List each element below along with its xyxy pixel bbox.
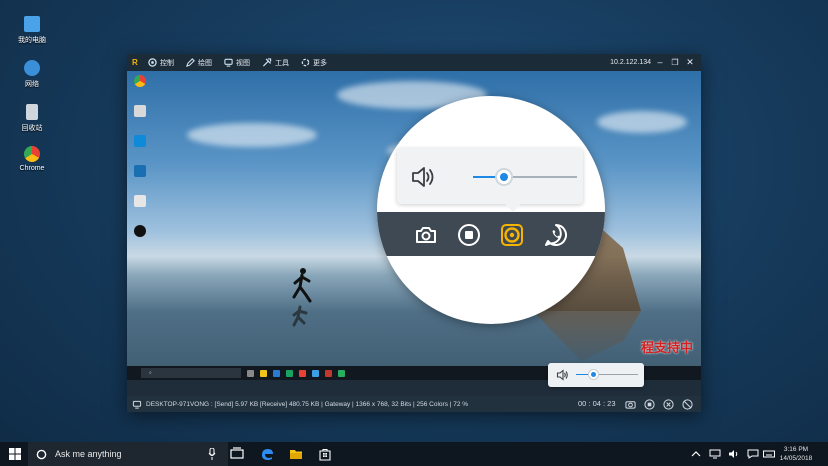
cloud-shape xyxy=(597,111,687,133)
qq-icon xyxy=(134,225,146,237)
file-explorer-icon[interactable] xyxy=(289,447,303,461)
remote-app-icon[interactable] xyxy=(273,369,280,377)
rock-reflection xyxy=(533,311,641,361)
menu-control[interactable]: 控制 xyxy=(148,58,174,68)
camera-icon[interactable] xyxy=(414,223,438,247)
recycle-bin-icon xyxy=(26,104,38,120)
desktop-icon-label: 网络 xyxy=(25,81,39,88)
menu-view[interactable]: 视图 xyxy=(224,58,250,68)
more-icon xyxy=(301,58,310,67)
monitor-icon xyxy=(224,58,233,67)
desktop-icon-network[interactable]: 网络 xyxy=(12,60,52,89)
restore-icon[interactable]: ❐ xyxy=(668,54,682,71)
remote-desktop-icon[interactable] xyxy=(131,195,149,208)
menu-draw[interactable]: 绘图 xyxy=(186,58,212,68)
mute-call-icon[interactable] xyxy=(682,399,693,410)
app-icon xyxy=(134,135,146,147)
speaker-volume-icon xyxy=(412,167,434,187)
speaker-volume-icon xyxy=(556,369,568,381)
connection-info: DESKTOP-971VONG : [Send] 5.97 KB [Receiv… xyxy=(146,400,469,408)
phone-chat-icon[interactable] xyxy=(544,223,568,247)
chrome-icon xyxy=(24,146,40,162)
magnified-toolbar xyxy=(377,212,605,256)
remote-search-box[interactable]: ⌕ xyxy=(141,368,241,378)
desktop-icon-label: Chrome xyxy=(19,165,45,172)
minimize-icon[interactable]: – xyxy=(653,54,667,71)
remote-desktop-icon[interactable] xyxy=(131,75,149,88)
remote-app-icon[interactable] xyxy=(260,369,267,377)
watermark-text: 程支持中 xyxy=(640,340,693,355)
keyboard-icon[interactable] xyxy=(763,449,775,459)
stop-record-icon[interactable] xyxy=(644,399,655,410)
notification-icon[interactable] xyxy=(747,449,759,459)
clock-time: 3:16 PM xyxy=(783,446,809,453)
title-bar: R 控制 绘图 视图 工具 更多 10.2.122.134 – ❐ ✕ xyxy=(127,54,701,71)
desktop-icon-recycle-bin[interactable]: 回收站 xyxy=(12,104,52,133)
cloud-shape xyxy=(187,123,317,147)
remote-desktop-icon[interactable] xyxy=(131,105,149,118)
magnifier-callout xyxy=(377,96,605,324)
remote-app-icon[interactable] xyxy=(299,369,306,377)
chrome-icon xyxy=(134,75,146,87)
menu-tools[interactable]: 工具 xyxy=(262,58,289,68)
search-placeholder: Ask me anything xyxy=(55,449,122,459)
volume-tray-icon[interactable] xyxy=(728,449,740,459)
app-logo-icon: R xyxy=(132,57,138,67)
control-icon xyxy=(148,58,157,67)
network-icon xyxy=(24,60,40,76)
volume-slider-thumb[interactable] xyxy=(495,168,513,186)
pen-icon xyxy=(186,58,195,67)
remote-app-icon[interactable] xyxy=(247,369,254,377)
monitor-icon xyxy=(132,400,142,409)
remote-app-icon[interactable] xyxy=(312,369,319,377)
desktop-icon-label: 回收站 xyxy=(21,125,43,132)
close-icon[interactable]: ✕ xyxy=(683,54,697,71)
windows-start-icon[interactable] xyxy=(9,448,21,460)
clock-date: 14/05/2018 xyxy=(779,455,813,462)
speaker-icon[interactable] xyxy=(500,223,524,247)
remote-app-icon[interactable] xyxy=(338,369,345,377)
store-icon[interactable] xyxy=(318,447,332,461)
status-bar: DESKTOP-971VONG : [Send] 5.97 KB [Receiv… xyxy=(127,396,701,412)
microphone-icon[interactable] xyxy=(208,448,216,460)
remote-desktop-icon[interactable] xyxy=(131,165,149,178)
volume-slider-thumb[interactable] xyxy=(588,369,599,380)
search-box[interactable]: Ask me anything xyxy=(28,442,228,466)
desktop-icon-label: 我的电脑 xyxy=(18,37,46,44)
remote-desktop-icon[interactable] xyxy=(131,135,149,148)
menu-more[interactable]: 更多 xyxy=(301,58,327,68)
cortana-icon xyxy=(36,449,47,459)
edge-browser-icon[interactable] xyxy=(260,447,274,461)
remote-desktop-icon[interactable] xyxy=(131,225,149,238)
task-view-icon[interactable] xyxy=(230,447,244,461)
remote-app-icon[interactable] xyxy=(286,369,293,377)
computer-icon xyxy=(24,16,40,32)
chevron-up-icon[interactable] xyxy=(691,449,701,459)
session-timer: 00 : 04 : 23 xyxy=(578,399,616,408)
taskbar: Ask me anything 3:16 PM 14/05/2018 xyxy=(0,442,828,466)
camera-icon[interactable] xyxy=(625,399,636,410)
file-icon xyxy=(134,195,146,207)
close-session-icon[interactable] xyxy=(663,399,674,410)
app-icon xyxy=(134,165,146,177)
desktop-icon-chrome[interactable]: Chrome xyxy=(12,146,52,172)
file-icon xyxy=(134,105,146,117)
desktop-icon-computer[interactable]: 我的电脑 xyxy=(12,16,52,45)
remote-ip-address: 10.2.122.134 xyxy=(610,59,651,66)
popup-pointer xyxy=(505,204,521,212)
network-icon[interactable] xyxy=(709,449,721,459)
volume-popup-small xyxy=(548,363,644,387)
stop-record-icon[interactable] xyxy=(457,223,481,247)
remote-app-icon[interactable] xyxy=(325,369,332,377)
system-clock[interactable]: 3:16 PM 14/05/2018 xyxy=(776,445,816,463)
runner-silhouette xyxy=(292,268,312,327)
volume-popup-large xyxy=(397,148,583,204)
tools-icon xyxy=(262,58,272,67)
